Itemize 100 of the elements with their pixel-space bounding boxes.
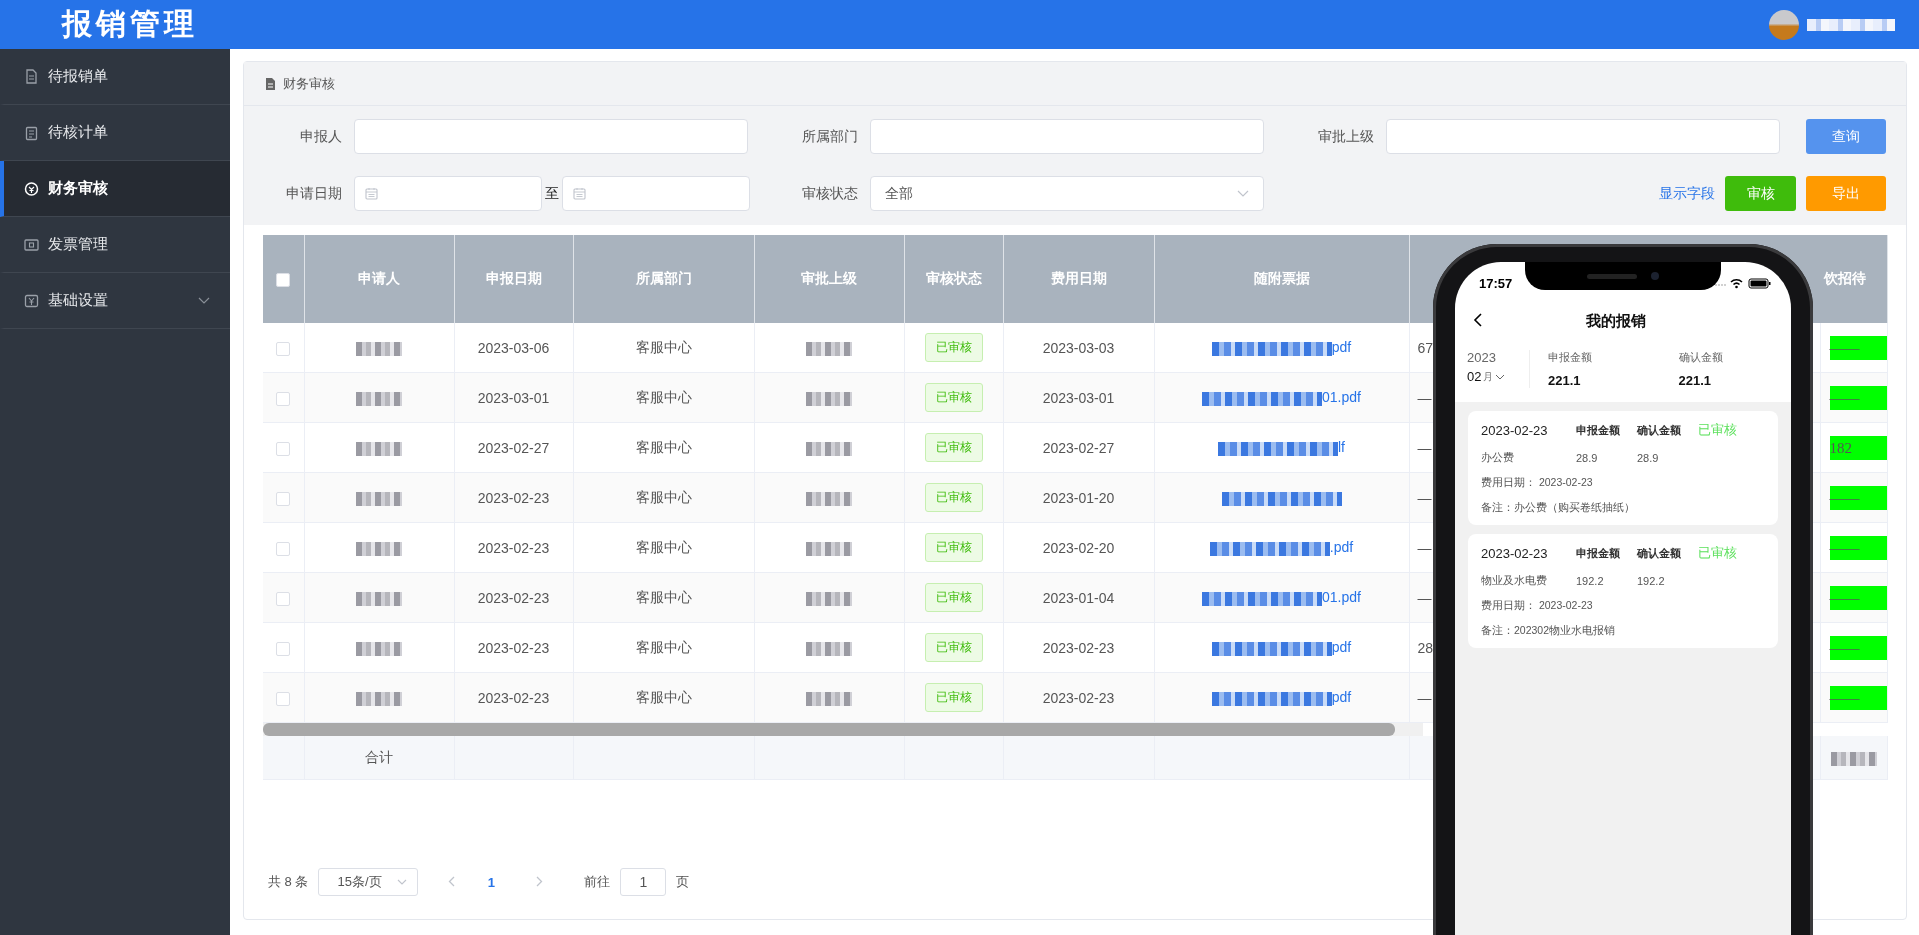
card-amount: 192.2 bbox=[1637, 574, 1666, 587]
table-cell: 2023-02-23 bbox=[1003, 672, 1154, 723]
date-field[interactable] bbox=[562, 176, 750, 211]
year-value: 2023 bbox=[1467, 350, 1497, 365]
pixelated-name bbox=[356, 441, 402, 456]
document-icon bbox=[264, 76, 277, 91]
table-cell: 客服中心 bbox=[573, 472, 754, 523]
summary-label: 申报金额 bbox=[1548, 350, 1593, 365]
checkbox[interactable] bbox=[276, 391, 291, 406]
table-cell: 2023-02-23 bbox=[454, 622, 573, 673]
attachment-link[interactable]: lf bbox=[1338, 439, 1345, 456]
sidebar-item[interactable]: 待报销单 bbox=[0, 49, 230, 105]
page-suffix: 页 bbox=[676, 873, 690, 891]
field-label: 申报人 bbox=[299, 127, 343, 146]
table-cell: —— bbox=[1829, 485, 1887, 510]
chevron-right-icon bbox=[535, 875, 543, 887]
summary-value: 221.1 bbox=[1548, 373, 1582, 388]
date-field[interactable] bbox=[354, 176, 542, 211]
input-field[interactable] bbox=[870, 119, 1264, 154]
chevron-left-icon bbox=[1472, 312, 1482, 327]
checkbox[interactable] bbox=[276, 491, 291, 506]
checkbox[interactable] bbox=[276, 641, 291, 656]
checkbox[interactable] bbox=[276, 273, 291, 288]
pixelated-name bbox=[356, 341, 402, 356]
avatar[interactable] bbox=[1769, 9, 1799, 40]
table-cell: 2023-01-20 bbox=[1003, 472, 1154, 523]
attachment-link[interactable]: pdf bbox=[1331, 339, 1352, 356]
app-title: 报销管理 bbox=[62, 5, 198, 43]
pixelated-name bbox=[806, 641, 852, 656]
card-amount: 192.2 bbox=[1576, 574, 1605, 587]
input-field[interactable] bbox=[1386, 119, 1780, 154]
pixelated-name bbox=[806, 541, 852, 556]
table-cell: —— bbox=[1829, 535, 1887, 560]
goto-page-field[interactable]: 1 bbox=[620, 868, 667, 896]
table-cell: —— bbox=[1829, 635, 1887, 660]
pixelated-name bbox=[356, 691, 402, 706]
checkbox[interactable] bbox=[276, 691, 291, 706]
sidebar-item[interactable]: 发票管理 bbox=[0, 217, 230, 273]
attachment-link[interactable]: 01.pdf bbox=[1322, 589, 1361, 606]
show-fields-link[interactable]: 显示字段 bbox=[1659, 184, 1715, 203]
table-cell: 182 bbox=[1829, 435, 1887, 460]
card-status: 已审核 bbox=[1698, 544, 1737, 562]
table-cell: 2023-02-23 bbox=[454, 672, 573, 723]
table-cell: 客服中心 bbox=[573, 572, 754, 623]
attachment-link[interactable]: 01.pdf bbox=[1322, 389, 1361, 406]
screen-title: 我的报销 bbox=[1585, 311, 1647, 331]
table-cell: 2023-02-23 bbox=[1003, 622, 1154, 673]
card-amount: 28.9 bbox=[1637, 451, 1660, 464]
card-label: 确认金额 bbox=[1637, 545, 1682, 561]
status-select[interactable]: 全部 bbox=[870, 176, 1264, 211]
pixelated-name bbox=[806, 441, 852, 456]
status-tag: 已审核 bbox=[924, 483, 983, 512]
attachment-link[interactable]: .pdf bbox=[1329, 539, 1354, 556]
pixelated-name bbox=[806, 491, 852, 506]
page-number[interactable]: 1 bbox=[476, 868, 507, 896]
approve-button[interactable]: 审核 bbox=[1725, 176, 1796, 211]
checkbox[interactable] bbox=[276, 341, 291, 356]
status-tag: 已审核 bbox=[924, 383, 983, 412]
pixelated-name bbox=[356, 591, 402, 606]
checkbox[interactable] bbox=[276, 591, 291, 606]
ticket-icon bbox=[24, 236, 39, 253]
attachment-link[interactable]: pdf bbox=[1331, 639, 1352, 656]
status-tag: 已审核 bbox=[924, 683, 983, 712]
sidebar-item[interactable]: 基础设置 bbox=[0, 273, 230, 329]
status-tag: 已审核 bbox=[924, 533, 983, 562]
pixelated-name bbox=[356, 391, 402, 406]
calendar-icon bbox=[573, 187, 586, 200]
table-cell: 客服中心 bbox=[573, 323, 754, 373]
column-header: 随附票据 bbox=[1154, 235, 1409, 323]
column-header: 申请人 bbox=[304, 235, 454, 323]
card-amount: 28.9 bbox=[1576, 451, 1599, 464]
sidebar-item[interactable]: 财务审核 bbox=[0, 161, 230, 217]
attachment-link[interactable]: pdf bbox=[1331, 689, 1352, 706]
pixelated-name bbox=[806, 591, 852, 606]
chevron-left-icon bbox=[447, 875, 455, 887]
expense-card[interactable]: 2023-02-23 申报金额 确认金额 已审核 办公费 28.9 28.9 费用日期： 2023-02-23 备注：办公费（购买卷纸抽纸） bbox=[1468, 411, 1778, 525]
card-category: 办公费 bbox=[1481, 450, 1515, 465]
query-button[interactable]: 查询 bbox=[1806, 119, 1886, 154]
table-cell: 客服中心 bbox=[573, 622, 754, 673]
document-icon bbox=[24, 68, 39, 85]
status-time: 17:57 bbox=[1479, 275, 1513, 291]
pixelated-name bbox=[356, 641, 402, 656]
month-picker[interactable]: 2023 02月 bbox=[1455, 350, 1530, 388]
card-label: 申报金额 bbox=[1576, 422, 1621, 438]
card-label: 申报金额 bbox=[1576, 545, 1621, 561]
input-field[interactable] bbox=[354, 119, 748, 154]
table-cell: 2023-02-23 bbox=[454, 472, 573, 523]
page-size-select[interactable]: 15条/页 bbox=[318, 868, 419, 896]
card-status: 已审核 bbox=[1698, 421, 1737, 439]
pixelated-name bbox=[806, 341, 852, 356]
chevron-down-icon bbox=[397, 879, 408, 885]
expense-card[interactable]: 2023-02-23 申报金额 确认金额 已审核 物业及水电费 192.2 192.2 费用日期： 2023-02-23 备注：202302物业水电报销 bbox=[1468, 534, 1778, 648]
table-cell: 客服中心 bbox=[573, 672, 754, 723]
checkbox[interactable] bbox=[276, 441, 291, 456]
pixelated-name bbox=[356, 541, 402, 556]
summary-value: 221.1 bbox=[1678, 373, 1713, 388]
calendar-icon bbox=[365, 187, 378, 200]
checkbox[interactable] bbox=[276, 541, 291, 556]
status-tag: 已审核 bbox=[924, 433, 983, 462]
pixelated-name bbox=[806, 391, 852, 406]
